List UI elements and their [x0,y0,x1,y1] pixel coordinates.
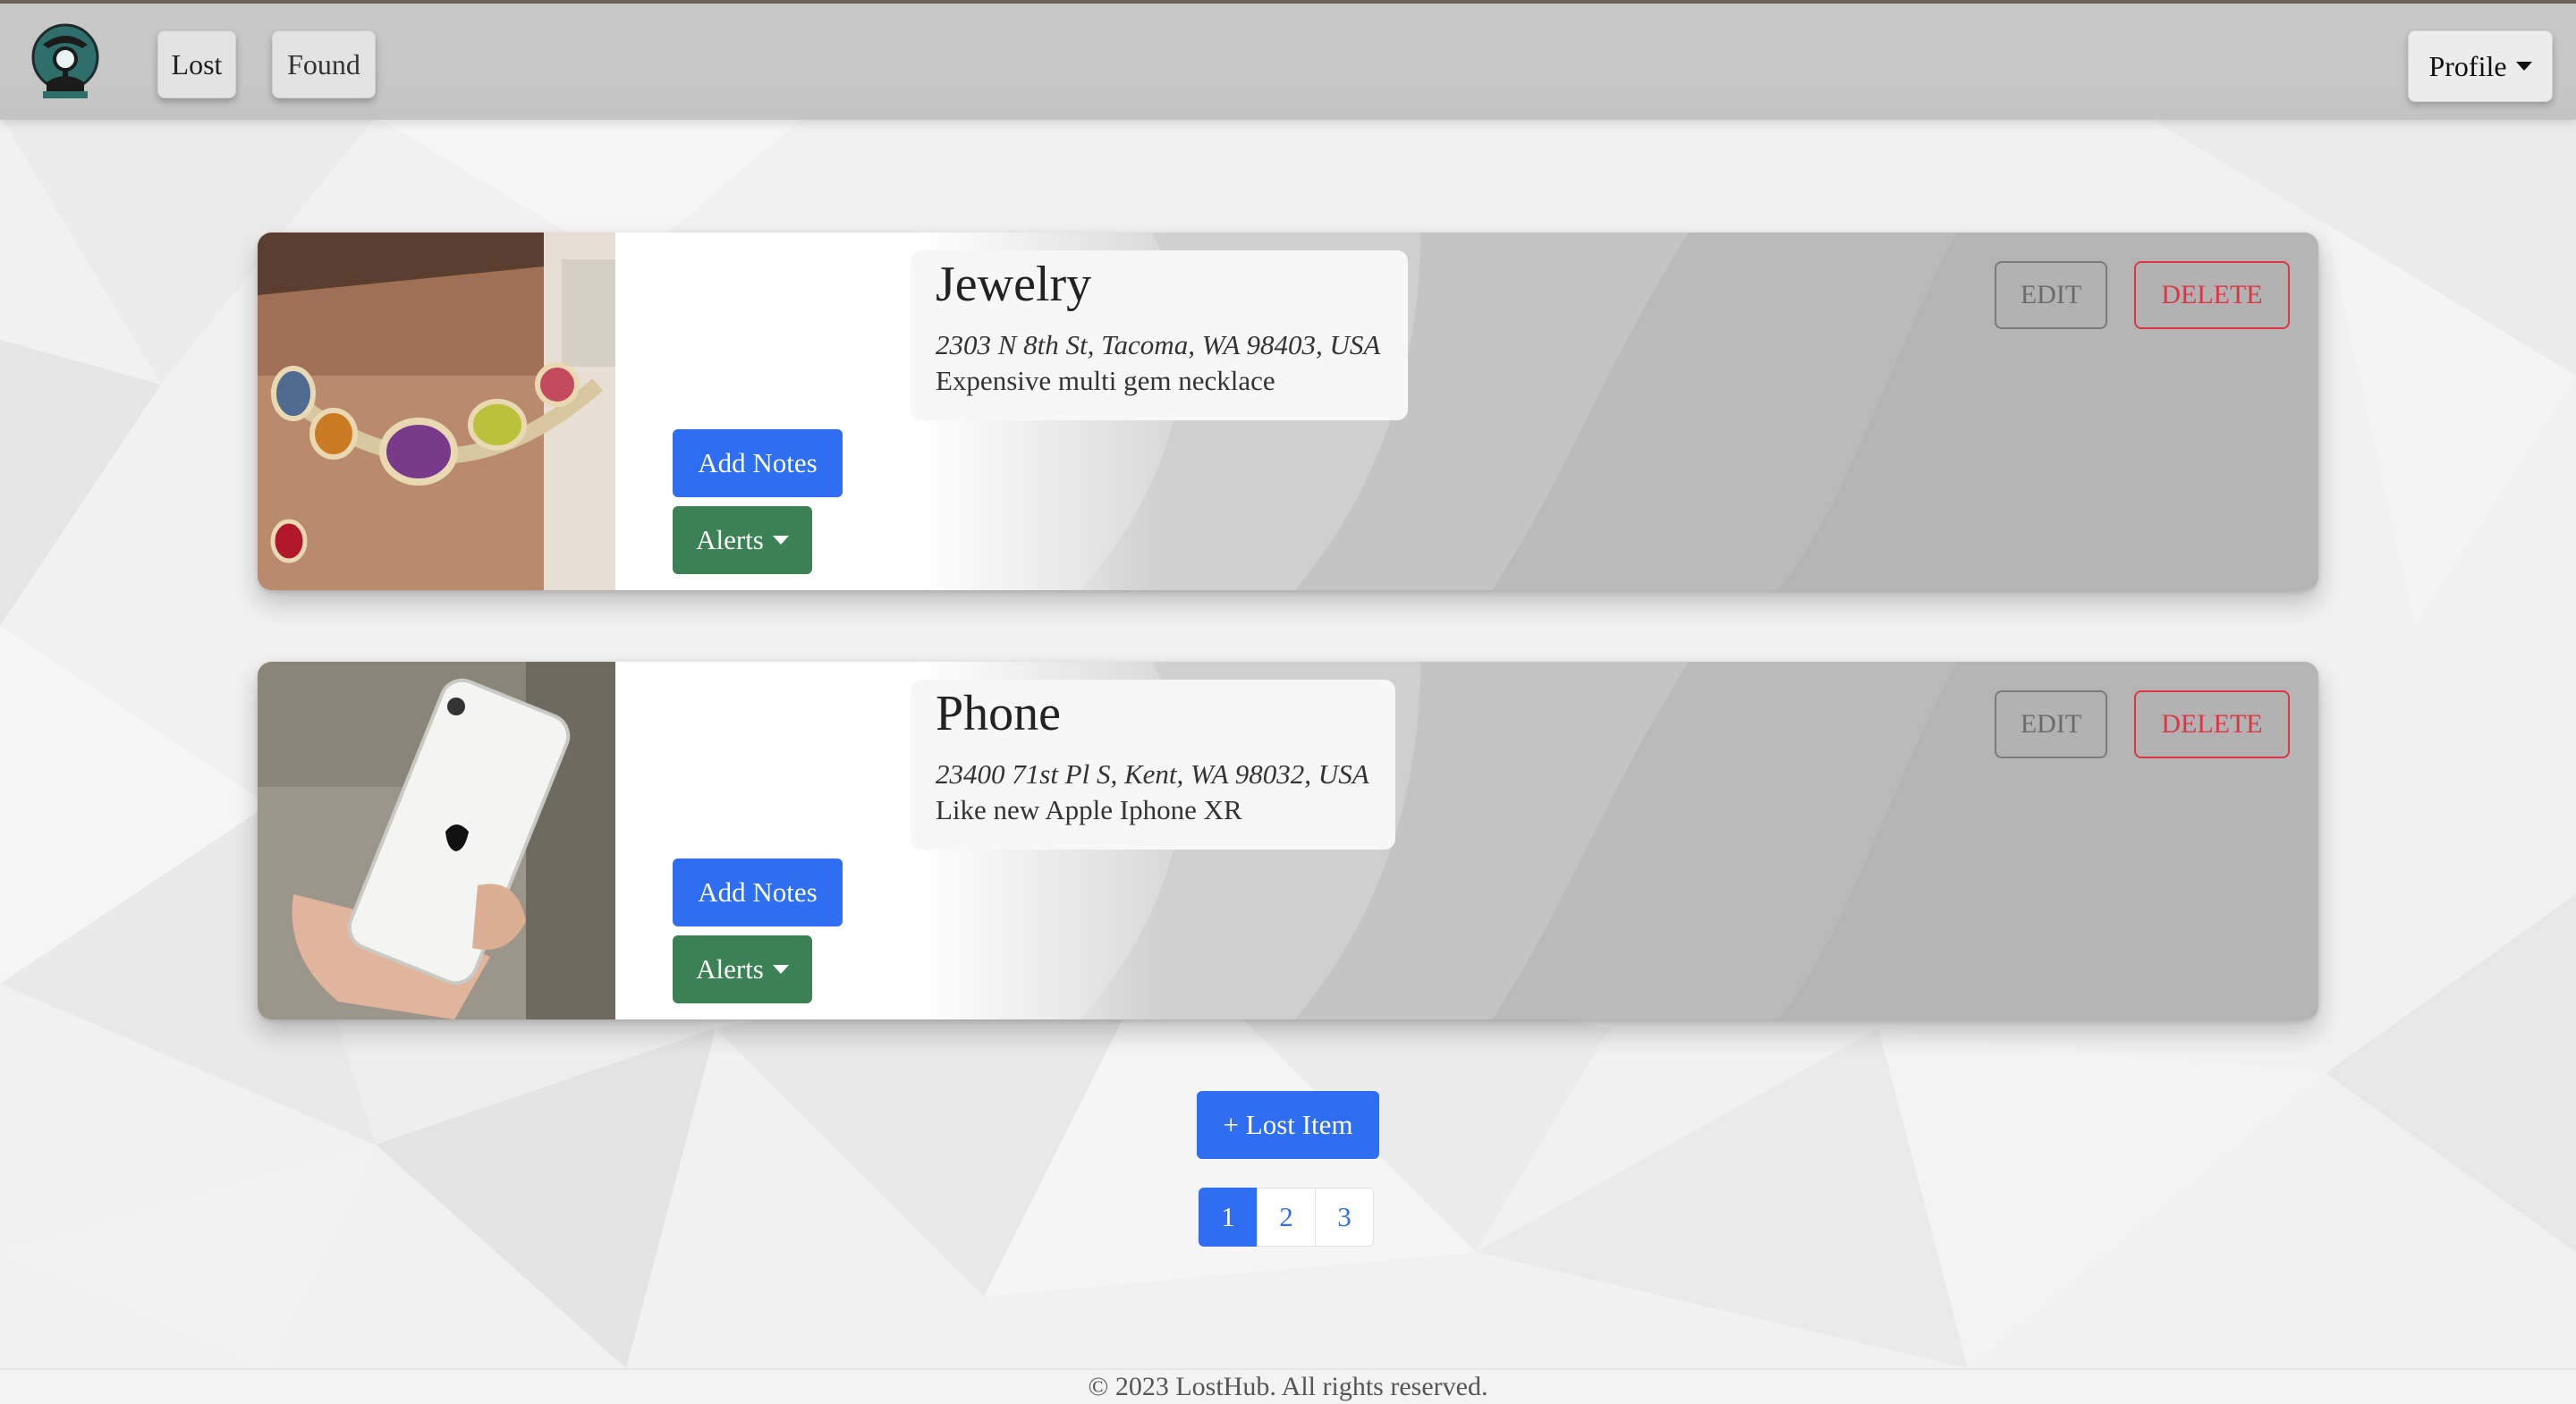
add-notes-button[interactable]: Add Notes [673,858,843,926]
page-link-1[interactable]: 1 [1199,1188,1258,1247]
item-address: 23400 71st Pl S, Kent, WA 98032, USA [936,758,1369,790]
footer: © 2023 LostHub. All rights reserved. [0,1368,2576,1404]
item-description: Like new Apple Iphone XR [936,794,1242,825]
page-link-3[interactable]: 3 [1315,1188,1374,1247]
alerts-label: Alerts [696,524,764,555]
item-info-box: Phone 23400 71st Pl S, Kent, WA 98032, U… [911,680,1395,850]
page-link-2[interactable]: 2 [1257,1188,1316,1247]
losthub-logo[interactable] [30,18,100,100]
delete-button[interactable]: DELETE [2134,690,2290,758]
item-card: Jewelry 2303 N 8th St, Tacoma, WA 98403,… [258,233,2318,590]
add-lost-item-button[interactable]: + Lost Item [1197,1091,1379,1159]
nav-lost-button[interactable]: Lost [157,30,236,98]
caret-down-icon [772,965,789,974]
alerts-dropdown-button[interactable]: Alerts [673,935,812,1003]
item-title: Phone [936,686,1061,741]
add-notes-button[interactable]: Add Notes [673,429,843,497]
profile-label: Profile [2428,49,2507,82]
detective-logo-icon [31,23,99,98]
edit-button[interactable]: EDIT [1995,261,2107,329]
profile-dropdown-button[interactable]: Profile [2408,30,2553,102]
pagination: 1 2 3 [1199,1188,1374,1247]
item-address: 2303 N 8th St, Tacoma, WA 98403, USA [936,329,1381,360]
item-title: Jewelry [936,257,1092,312]
nav-found-button[interactable]: Found [272,30,376,98]
delete-button[interactable]: DELETE [2134,261,2290,329]
caret-down-icon [772,536,789,545]
footer-copyright: © 2023 LostHub. All rights reserved. [1088,1372,1488,1401]
caret-down-icon [2515,62,2532,71]
necklace-photo-icon [258,233,615,590]
iphone-photo-icon [258,662,615,1019]
alerts-dropdown-button[interactable]: Alerts [673,506,812,574]
item-card: Phone 23400 71st Pl S, Kent, WA 98032, U… [258,662,2318,1019]
item-description: Expensive multi gem necklace [936,365,1275,396]
item-info-box: Jewelry 2303 N 8th St, Tacoma, WA 98403,… [911,250,1408,420]
edit-button[interactable]: EDIT [1995,690,2107,758]
top-navbar: Lost Found Profile [0,0,2576,120]
alerts-label: Alerts [696,953,764,985]
